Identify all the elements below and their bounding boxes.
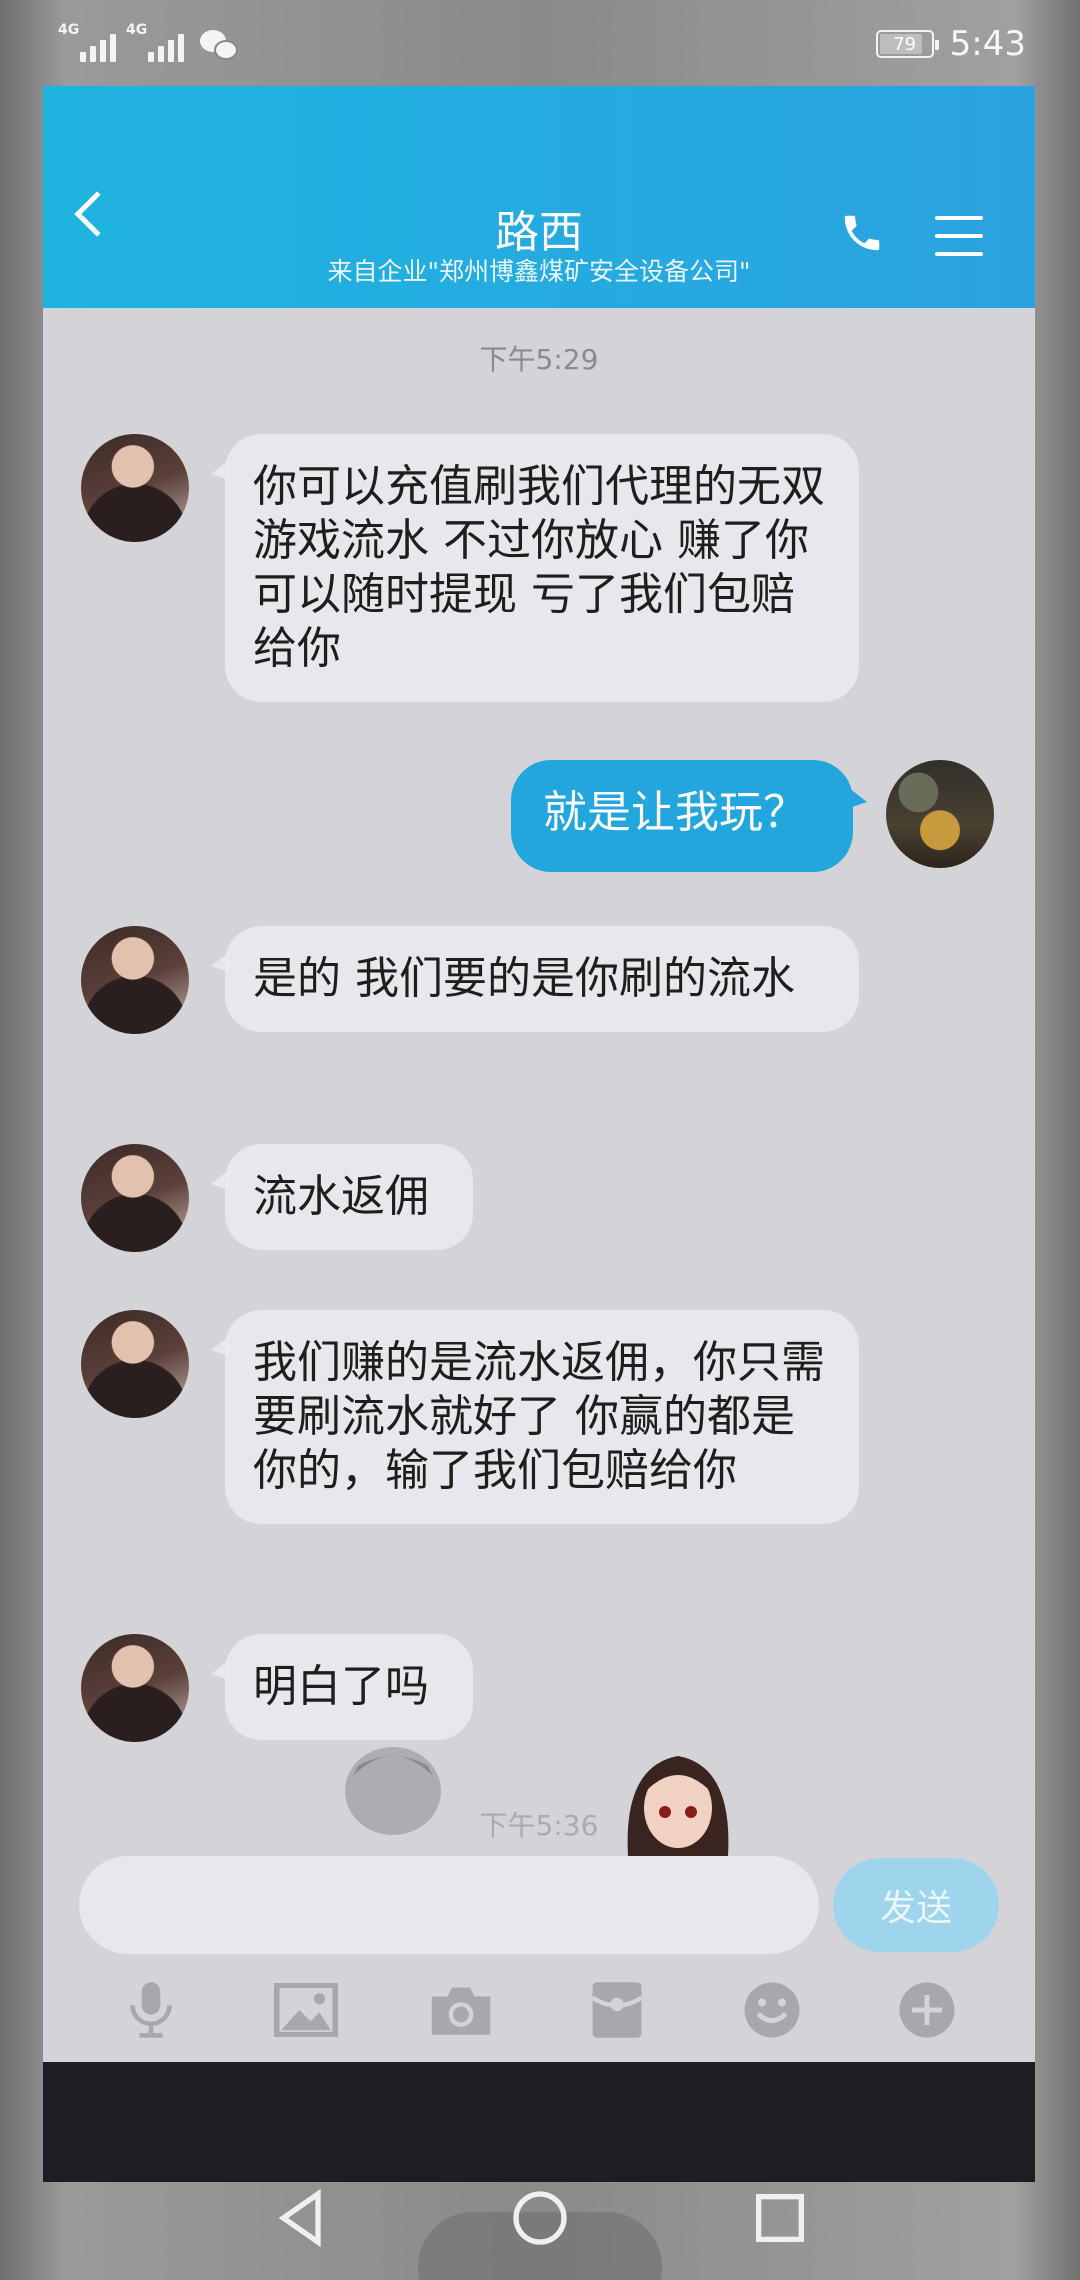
chat-header: 路西 来自企业"郑州博鑫煤矿安全设备公司" (43, 86, 1035, 308)
message-input[interactable] (79, 1856, 819, 1954)
image-icon[interactable] (273, 1978, 338, 2042)
chat-window: 路西 来自企业"郑州博鑫煤矿安全设备公司" 下午5:29 你可以充值刷我们代理的… (43, 86, 1035, 2062)
menu-icon[interactable] (935, 216, 983, 256)
outgoing-message-bubble[interactable]: 就是让我玩？ (511, 760, 867, 872)
network-type-1: 4G (58, 22, 80, 38)
battery-level: 79 (893, 33, 917, 55)
incoming-message-bubble[interactable]: 明白了吗 (211, 1634, 473, 1740)
contact-avatar[interactable] (81, 1310, 189, 1418)
home-nav-icon[interactable] (508, 2186, 572, 2250)
incoming-message-bubble[interactable]: 是的 我们要的是你刷的流水 (211, 926, 859, 1032)
composer: 发送 (43, 1850, 1035, 1960)
message-timestamp: 下午5:29 (479, 343, 599, 376)
wechat-icon (200, 28, 238, 62)
contact-avatar[interactable] (81, 434, 189, 542)
camera-icon[interactable] (429, 1978, 493, 2042)
my-avatar[interactable] (886, 760, 994, 868)
contact-avatar[interactable] (81, 926, 189, 1034)
signal-1-icon: 4G (58, 22, 116, 62)
status-right: 79 5:43 (875, 24, 1026, 64)
signal-2-icon: 4G (126, 22, 184, 62)
phone-icon[interactable] (839, 210, 885, 256)
incoming-message-bubble[interactable]: 流水返佣 (211, 1144, 473, 1250)
contact-name: 路西 (495, 207, 583, 258)
battery-icon: 79 (875, 30, 939, 58)
incoming-message-bubble[interactable]: 你可以充值刷我们代理的无双游戏流水 不过你放心 赚了你可以随时提现 亏了我们包赔… (211, 434, 859, 702)
message-timestamp: 下午5:36 (479, 1809, 599, 1842)
recents-nav-icon[interactable] (748, 2186, 812, 2250)
keyboard-area (43, 2062, 1035, 2182)
incoming-message-bubble[interactable]: 我们赚的是流水返佣，你只需要刷流水就好了 你赢的都是你的，输了我们包赔给你 (211, 1310, 859, 1524)
contact-company: 来自企业"郑州博鑫煤矿安全设备公司" (327, 257, 751, 286)
status-bar: 4G 4G 79 5:43 (0, 0, 1080, 86)
red-packet-icon[interactable] (585, 1978, 649, 2042)
network-type-2: 4G (126, 22, 148, 38)
status-left: 4G 4G (58, 22, 238, 62)
chat-toolbar (43, 1960, 1035, 2060)
sticker-character-icon (345, 1747, 441, 1835)
contact-avatar[interactable] (81, 1634, 189, 1742)
contact-avatar[interactable] (81, 1144, 189, 1252)
send-button[interactable]: 发送 (833, 1858, 999, 1952)
emoji-icon[interactable] (740, 1978, 804, 2042)
plus-icon[interactable] (895, 1978, 959, 2042)
status-time: 5:43 (949, 24, 1026, 64)
back-nav-icon[interactable] (270, 2186, 334, 2250)
sticker-girl-icon (627, 1756, 729, 1856)
microphone-icon[interactable] (119, 1978, 183, 2042)
